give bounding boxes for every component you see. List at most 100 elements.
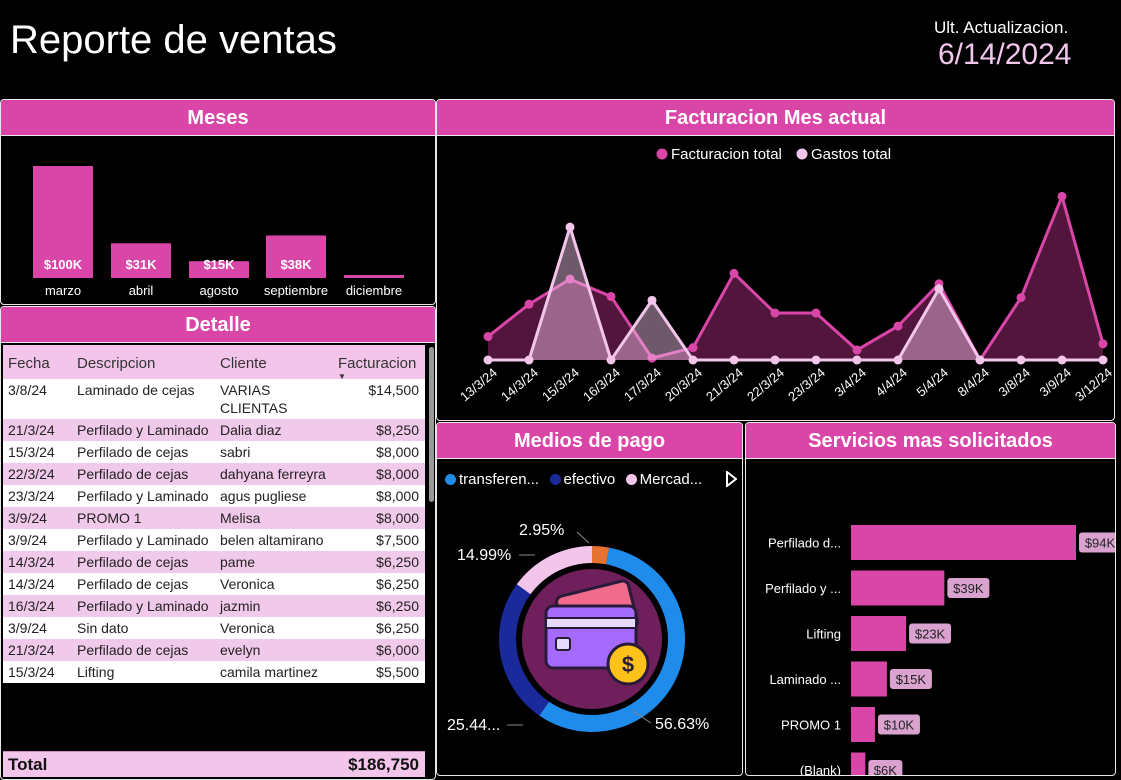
table-row[interactable]: 3/9/24 PROMO 1 Melisa $8,000 [3,507,425,529]
table-row[interactable]: 14/3/24 Perfilado de cejas Veronica $6,250 [3,573,425,595]
meses-data-label: $31K [125,257,157,272]
meses-tick-label: agosto [199,283,238,298]
data-point [852,345,862,355]
data-point [811,308,821,318]
cell-fecha: 14/3/24 [8,576,55,592]
table-row[interactable]: 22/3/24 Perfilado de cejas dahyana ferreyr… [3,463,425,485]
cell-fecha: 3/9/24 [8,620,47,636]
table-row[interactable]: 3/8/24 Laminado de cejas VARIAS CLIENTAS $1… [3,379,425,419]
dollar-sign: $ [622,652,634,677]
cell-cliente: dahyana ferreyra [220,466,326,482]
cell-descripcion: Perfilado de cejas [77,466,189,482]
facturacion-panel: Facturacion Mes actual Facturacion total… [436,99,1115,421]
card-stripe [545,617,637,629]
cell-cliente: camila martinez [220,664,319,680]
x-tick-label: 22/3/24 [744,365,787,404]
x-tick-label: 4/4/24 [873,365,910,400]
meses-chart: $100K marzo $31K abril $15K agosto $38K septiem… [33,166,404,298]
x-tick-label: 13/3/24 [457,365,500,404]
table-row[interactable]: 15/3/24 Perfilado de cejas sabri $8,000 [3,441,425,463]
x-tick-label: 21/3/24 [703,365,746,404]
cell-fecha: 16/3/24 [8,598,55,614]
detalle-table: Fecha Descripcion Cliente Facturacion ▼ … [3,345,425,683]
data-point [483,332,493,342]
cell-fecha: 3/9/24 [8,510,47,526]
data-point [1098,339,1108,349]
cell-fecha: 3/9/24 [8,532,47,548]
servicio-data-label: $39K [953,581,984,596]
cell-cliente: evelyn [220,642,261,658]
medios-chart: $56.63% 25.44... 14.99% 2.95% [447,522,709,734]
cell-descripcion: Perfilado y Laminado [77,532,209,548]
cell-facturacion: $8,000 [376,444,419,460]
cell-fecha: 15/3/24 [8,444,55,460]
table-row[interactable]: 15/3/24 Lifting camila martinez $5,500 [3,661,425,683]
cell-cliente: Melisa [220,510,261,526]
servicio-label: Perfilado y ... [765,581,841,596]
detalle-title: Detalle [1,307,435,343]
servicio-data-label: $23K [915,627,946,642]
data-point [606,291,616,301]
col-facturacion[interactable]: Facturacion ▼ [334,349,425,381]
table-row[interactable]: 3/9/24 Sin dato Veronica $6,250 [3,617,425,639]
cell-facturacion: $8,000 [376,488,419,504]
table-row[interactable]: 14/3/24 Perfilado de cejas pame $6,250 [3,551,425,573]
meses-tick-label: marzo [45,283,81,298]
legend-mercado[interactable]: Mercad... [625,471,702,488]
medios-title: Medios de pago [437,423,742,459]
table-row[interactable]: 21/3/24 Perfilado de cejas evelyn $6,000 [3,639,425,661]
total-label: Total [8,754,48,774]
x-tick-label: 3/12/24 [1072,365,1114,404]
table-row[interactable]: 16/3/24 Perfilado y Laminado jazmin $6,250 [3,595,425,617]
medios-panel: Medios de pago transferen... efectivo Me… [436,422,743,776]
update-label: Ult. Actualizacion. [934,18,1069,37]
legend-label: Gastos total [811,146,891,163]
x-tick-label: 3/4/24 [832,365,869,400]
total-value: $186,750 [348,754,419,774]
data-point [524,299,534,309]
legend-transferencia[interactable]: transferen... [445,471,539,488]
legend-dot [549,474,561,485]
cell-fecha: 14/3/24 [8,554,55,570]
cell-cliente: Veronica [220,576,275,592]
meses-title: Meses [1,100,435,136]
pie-label: 25.44... [447,717,500,734]
cell-fecha: 23/3/24 [8,488,55,504]
table-row[interactable]: 23/3/24 Perfilado y Laminado agus pugliese… [3,485,425,507]
update-date: 6/14/2024 [938,38,1072,71]
data-point [1016,355,1026,365]
servicio-data-label: $10K [884,718,915,733]
col-cliente[interactable]: Cliente [216,349,334,375]
cell-descripcion: Lifting [77,664,115,680]
servicio-bar [851,752,866,775]
x-tick-label: 23/3/24 [785,365,828,404]
cell-facturacion: $6,250 [376,576,419,592]
servicios-title: Servicios mas solicitados [746,423,1115,459]
cell-facturacion: $5,500 [376,664,419,680]
cell-cliente: VARIAS CLIENTAS [220,382,288,416]
label-leader [576,531,590,544]
legend-dot [656,148,668,160]
legend-dot [625,474,637,485]
meses-data-label: $38K [280,257,312,272]
cell-descripcion: Perfilado y Laminado [77,488,209,504]
table-row[interactable]: 21/3/24 Perfilado y Laminado Dalia diaz $8,… [3,419,425,441]
col-fecha[interactable]: Fecha [3,349,73,375]
data-point [770,308,780,318]
cell-fecha: 3/8/24 [8,382,47,398]
legend-next-icon[interactable] [725,469,738,492]
cell-descripcion: Perfilado de cejas [77,642,189,658]
legend-efectivo[interactable]: efectivo [549,471,615,488]
data-point [729,355,739,365]
table-body: 3/8/24 Laminado de cejas VARIAS CLIENTAS $1… [3,379,425,683]
data-point [688,355,698,365]
page-title: Reporte de ventas [10,18,337,62]
servicio-label: Laminado ... [769,672,841,687]
col-descripcion[interactable]: Descripcion [73,349,216,375]
table-scrollbar[interactable] [429,347,434,502]
cell-facturacion: $6,250 [376,598,419,614]
servicio-label: Perfilado d... [768,536,841,551]
cell-cliente: jazmin [220,598,261,614]
pie-label: 14.99% [457,547,511,564]
table-row[interactable]: 3/9/24 Perfilado y Laminado belen altamira… [3,529,425,551]
